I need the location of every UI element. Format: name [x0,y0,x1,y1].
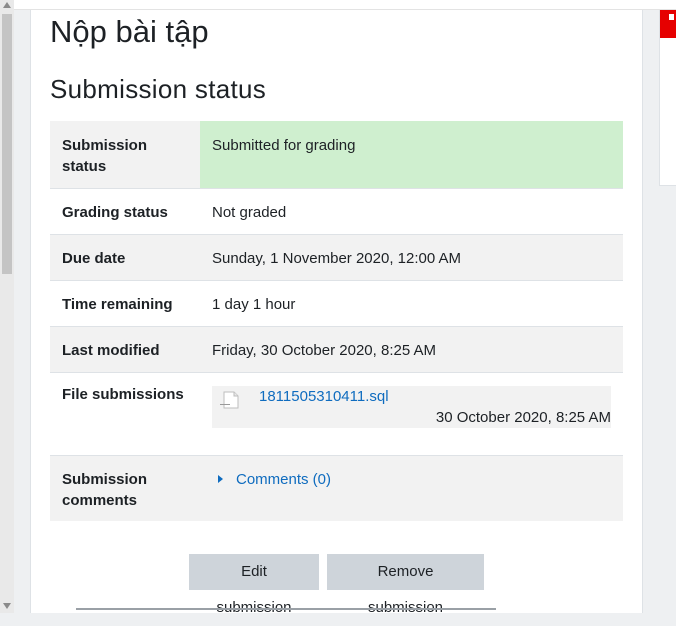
row-label-time-remaining: Time remaining [50,280,200,327]
caret-right-icon[interactable] [218,474,223,483]
due-date-value: Sunday, 1 November 2020, 12:00 AM [200,234,623,281]
table-row: Grading status Not graded [50,188,623,235]
file-submissions-cell: 1811505310411.sql 30 October 2020, 8:25 … [200,372,623,456]
cut-off-content-divider [76,608,496,610]
side-block-badge-icon[interactable] [660,10,676,38]
table-row: Last modified Friday, 30 October 2020, 8… [50,326,623,373]
section-title: Submission status [50,74,267,104]
submission-status-value: Submitted for grading [200,121,623,189]
scroll-down-arrow-icon[interactable] [3,603,11,609]
row-label-submission-comments: Submission comments [50,455,200,521]
page-title: Nộp bài tập [50,14,209,49]
row-label-submission-status: Submission status [50,121,200,189]
row-label-due-date: Due date [50,234,200,281]
row-label-last-modified: Last modified [50,326,200,373]
table-row: Submission comments Comments (0) [50,455,623,521]
last-modified-value: Friday, 30 October 2020, 8:25 AM [200,326,623,373]
table-row: Due date Sunday, 1 November 2020, 12:00 … [50,234,623,281]
comments-toggle-link[interactable]: Comments (0) [236,471,331,488]
file-submission-item: 1811505310411.sql 30 October 2020, 8:25 … [212,385,611,428]
row-label-grading-status: Grading status [50,188,200,235]
page-scrollbar[interactable] [0,0,14,613]
submission-comments-cell: Comments (0) [200,455,623,521]
scrollbar-thumb[interactable] [2,14,12,274]
scroll-up-arrow-icon[interactable] [3,2,11,8]
edit-submission-button[interactable]: Edit submission [189,554,319,616]
submission-status-table: Submission status Submitted for grading … [50,121,623,521]
file-timestamp: 30 October 2020, 8:25 AM [435,408,611,426]
time-remaining-value: 1 day 1 hour [200,280,623,327]
grading-status-value: Not graded [200,188,623,235]
table-row: Time remaining 1 day 1 hour [50,280,623,327]
file-link[interactable]: 1811505310411.sql [259,386,389,407]
top-bar [14,0,676,10]
side-block [659,10,676,186]
remove-submission-button[interactable]: Remove submission [327,554,484,616]
document-file-icon [220,391,239,408]
row-label-file-submissions: File submissions [50,372,200,456]
table-row: File submissions 1811505310411.sql 30 Oc… [50,372,623,456]
table-row: Submission status Submitted for grading [50,121,623,189]
